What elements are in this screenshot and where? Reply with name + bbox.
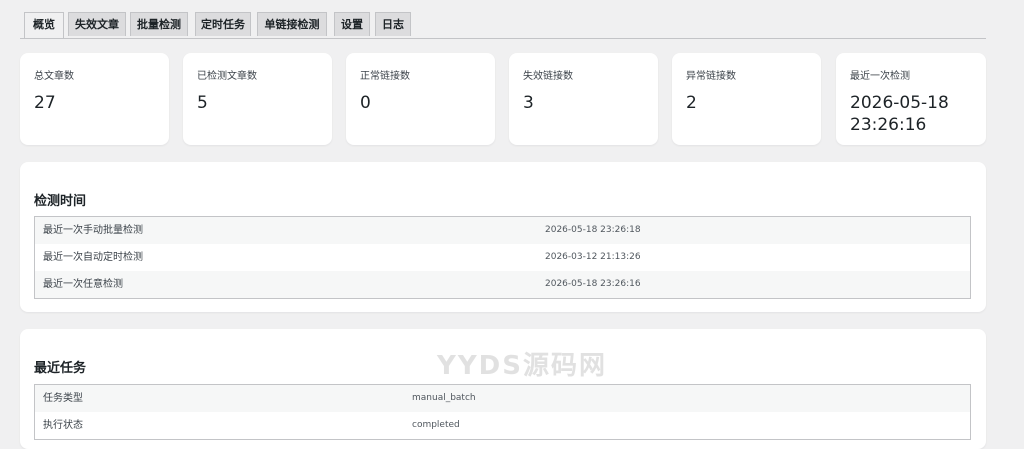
stat-card-last-check: 最近一次检测 2026-05-18 23:26:16 (836, 53, 986, 145)
panel-title: 最近任务 (34, 361, 87, 376)
stat-card-checked-articles: 已检测文章数 5 (183, 53, 332, 145)
row-key: 最近一次自动定时检测 (43, 252, 143, 263)
tab-scheduled-tasks[interactable]: 定时任务 (195, 12, 251, 36)
row-value: manual_batch (412, 393, 476, 403)
stat-card-total-articles: 总文章数 27 (20, 53, 169, 145)
stat-value: 5 (197, 93, 208, 113)
panel-title: 检测时间 (34, 194, 87, 209)
tab-invalid-articles[interactable]: 失效文章 (68, 12, 126, 36)
stat-label: 失效链接数 (523, 71, 573, 82)
stat-label: 最近一次检测 (850, 71, 910, 82)
stat-card-invalid-links: 失效链接数 3 (509, 53, 658, 145)
row-value: completed (412, 420, 460, 430)
stat-card-normal-links: 正常链接数 0 (346, 53, 495, 145)
row-key: 最近一次任意检测 (43, 279, 123, 290)
stat-label: 异常链接数 (686, 71, 736, 82)
tab-bar: 概览 失效文章 批量检测 定时任务 单链接检测 设置 日志 (20, 12, 986, 39)
stat-value: 3 (523, 93, 534, 113)
stat-value: 27 (34, 93, 56, 113)
table-row: 执行状态 completed (35, 412, 970, 439)
stat-card-abnormal-links: 异常链接数 2 (672, 53, 821, 145)
row-value: 2026-05-18 23:26:16 (545, 279, 641, 289)
stat-value: 2 (686, 93, 697, 113)
recent-task-table: 任务类型 manual_batch 执行状态 completed (34, 384, 971, 440)
tab-batch-check[interactable]: 批量检测 (130, 12, 188, 36)
table-row: 最近一次任意检测 2026-05-18 23:26:16 (35, 271, 970, 298)
stat-label: 正常链接数 (360, 71, 410, 82)
tab-logs[interactable]: 日志 (375, 12, 411, 36)
table-row: 最近一次自动定时检测 2026-03-12 21:13:26 (35, 244, 970, 271)
stat-label: 已检测文章数 (197, 71, 257, 82)
table-row: 最近一次手动批量检测 2026-05-18 23:26:18 (35, 217, 970, 244)
tab-settings[interactable]: 设置 (334, 12, 370, 36)
detect-time-table: 最近一次手动批量检测 2026-05-18 23:26:18 最近一次自动定时检… (34, 216, 971, 299)
table-row: 任务类型 manual_batch (35, 385, 970, 412)
detect-time-panel: 检测时间 最近一次手动批量检测 2026-05-18 23:26:18 最近一次… (20, 162, 986, 312)
tab-single-link-check[interactable]: 单链接检测 (257, 12, 327, 36)
row-key: 最近一次手动批量检测 (43, 225, 143, 236)
watermark-text: YYDS源码网 (437, 351, 607, 381)
row-value: 2026-05-18 23:26:18 (545, 225, 641, 235)
row-key: 任务类型 (43, 393, 83, 404)
row-value: 2026-03-12 21:13:26 (545, 252, 641, 262)
stat-label: 总文章数 (34, 71, 74, 82)
stat-value: 0 (360, 93, 371, 113)
row-key: 执行状态 (43, 420, 83, 431)
stat-value: 2026-05-18 23:26:16 (850, 93, 949, 135)
tab-overview[interactable]: 概览 (24, 12, 64, 38)
